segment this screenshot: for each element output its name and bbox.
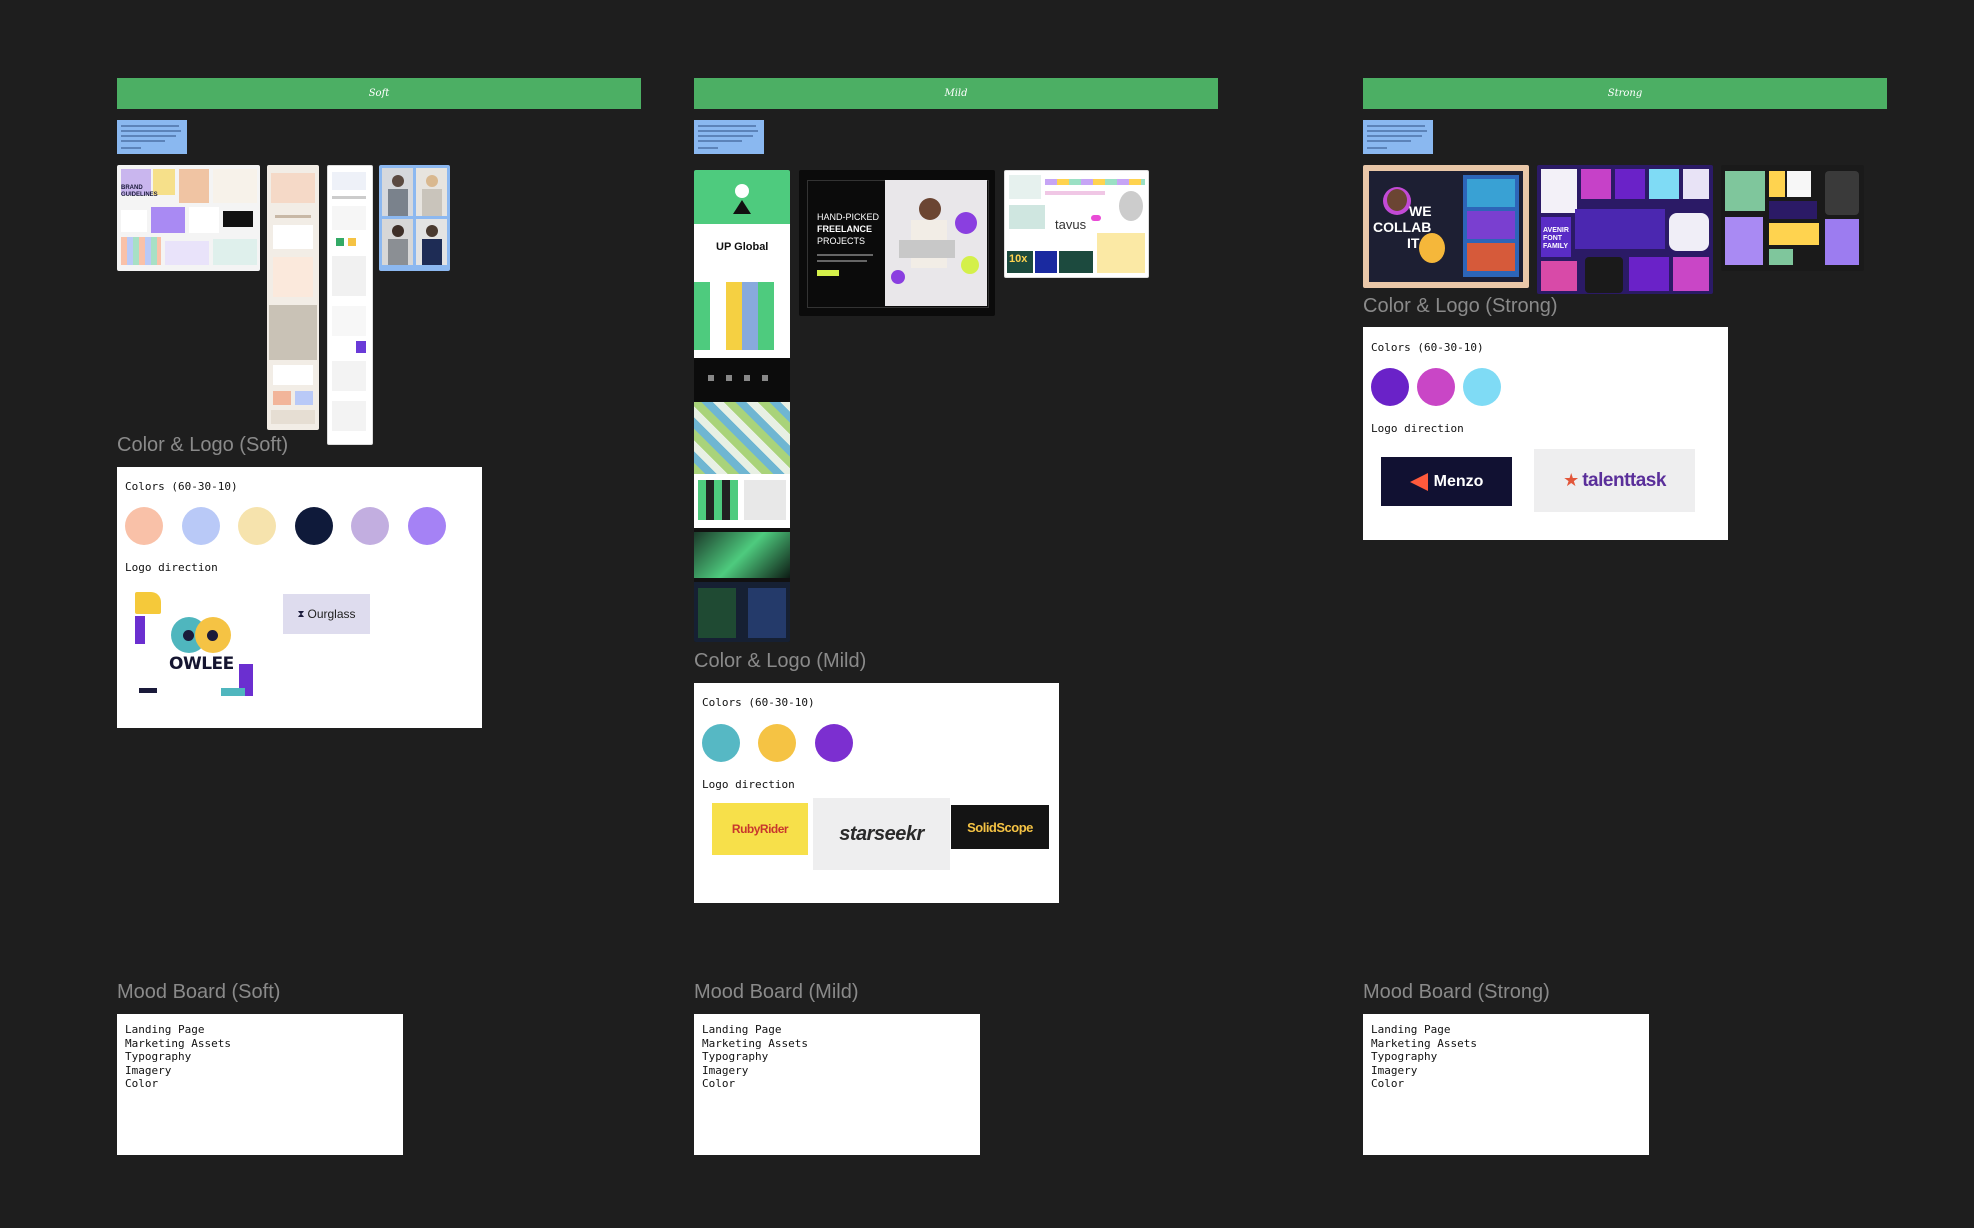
solidscope-wordmark: SolidScope xyxy=(967,819,1033,835)
logo-talenttask[interactable]: ★ talenttask xyxy=(1534,449,1695,512)
section-title-color-logo-strong: Color & Logo (Strong) xyxy=(1363,295,1558,317)
up-global-wordmark: UP Global xyxy=(716,241,769,253)
section-title-color-logo-mild: Color & Logo (Mild) xyxy=(694,650,867,672)
color-logo-card-strong[interactable]: Colors (60-30-10) Logo direction Menzo ★… xyxy=(1363,327,1728,540)
star-icon: ★ xyxy=(1563,470,1580,490)
avenir-text: AVENIR FONT FAMILY xyxy=(1543,227,1569,250)
thumbnail-soft-portraits[interactable] xyxy=(379,165,450,271)
starseekr-wordmark: starseekr xyxy=(839,822,924,845)
mood-item: Marketing Assets xyxy=(702,1036,808,1050)
menzo-wordmark: Menzo xyxy=(1433,472,1484,490)
logo-direction-label: Logo direction xyxy=(1371,422,1464,435)
talenttask-wordmark: talenttask xyxy=(1582,469,1666,491)
logo-menzo[interactable]: Menzo xyxy=(1381,457,1512,506)
colors-label: Colors (60-30-10) xyxy=(1371,341,1484,354)
mood-item: Color xyxy=(702,1077,736,1090)
color-swatch[interactable] xyxy=(351,507,389,545)
thumbnail-soft-page-white[interactable] xyxy=(327,165,373,445)
mood-item: Color xyxy=(125,1077,159,1090)
hand-picked-headline-1: HAND-PICKED xyxy=(817,212,880,222)
mood-item: Imagery xyxy=(1371,1063,1418,1077)
section-title-mood-board-strong: Mood Board (Strong) xyxy=(1363,981,1550,1003)
thumbnail-tavus[interactable]: tavus 10x xyxy=(1004,170,1149,278)
logo-owlee[interactable]: OWLEE xyxy=(135,592,255,702)
brand-guidelines-text: BRAND GUIDELINES xyxy=(121,185,158,198)
mood-board-card-soft[interactable]: Landing Page Marketing Assets Typography… xyxy=(117,1014,403,1155)
hand-picked-headline-2: FREELANCE xyxy=(817,224,873,234)
sticky-note-mild[interactable] xyxy=(694,120,764,154)
logo-solidscope[interactable]: SolidScope xyxy=(951,805,1049,849)
thumbnail-hand-picked-freelance[interactable]: HAND-PICKED FREELANCE PROJECTS xyxy=(799,170,995,316)
owlee-wordmark: OWLEE xyxy=(169,654,234,674)
color-swatch[interactable] xyxy=(238,507,276,545)
section-title-color-logo-soft: Color & Logo (Soft) xyxy=(117,434,289,456)
thumbnail-up-global-strip[interactable]: UP Global xyxy=(694,170,790,642)
rubyrider-wordmark: RubyRider xyxy=(731,822,789,836)
mood-item: Typography xyxy=(702,1050,769,1063)
colors-label: Colors (60-30-10) xyxy=(125,480,238,493)
mood-item: Typography xyxy=(125,1050,192,1063)
color-swatch[interactable] xyxy=(408,507,446,545)
mood-item: Imagery xyxy=(125,1063,172,1077)
colors-label: Colors (60-30-10) xyxy=(702,696,815,709)
we-collab-line-3: IT xyxy=(1407,235,1420,251)
color-logo-card-soft[interactable]: Colors (60-30-10) Logo direction OWLEE ⧗… xyxy=(117,467,482,728)
column-banner-soft[interactable]: Soft xyxy=(117,78,641,109)
logo-rubyrider[interactable]: RubyRider xyxy=(712,803,808,855)
ourglass-wordmark: Ourglass xyxy=(307,607,356,621)
column-banner-mild[interactable]: Mild xyxy=(694,78,1218,109)
logo-direction-label: Logo direction xyxy=(125,561,218,574)
color-swatch[interactable] xyxy=(815,724,853,762)
color-swatch[interactable] xyxy=(1463,368,1501,406)
color-swatch[interactable] xyxy=(125,507,163,545)
mood-board-card-strong[interactable]: Landing Page Marketing Assets Typography… xyxy=(1363,1014,1649,1155)
color-swatch[interactable] xyxy=(758,724,796,762)
sticky-note-soft[interactable] xyxy=(117,120,187,154)
hourglass-icon: ⧗ xyxy=(297,608,305,620)
mood-item: Landing Page xyxy=(125,1023,205,1036)
color-swatch[interactable] xyxy=(1371,368,1409,406)
mood-item: Marketing Assets xyxy=(125,1036,231,1050)
thumbnail-brand-guidelines[interactable]: BRAND GUIDELINES xyxy=(117,165,260,271)
column-banner-strong[interactable]: Strong xyxy=(1363,78,1887,109)
hand-picked-headline-3: PROJECTS xyxy=(817,236,866,246)
mood-board-card-mild[interactable]: Landing Page Marketing Assets Typography… xyxy=(694,1014,980,1155)
sticky-note-strong[interactable] xyxy=(1363,120,1433,154)
logo-direction-label: Logo direction xyxy=(702,778,795,791)
thumbnail-we-collab[interactable]: WE COLLAB IT xyxy=(1363,165,1529,288)
thumbnail-soft-page-long[interactable] xyxy=(267,165,319,430)
mood-item: Imagery xyxy=(702,1063,749,1077)
color-swatch[interactable] xyxy=(1417,368,1455,406)
tavus-wordmark: tavus xyxy=(1055,217,1087,232)
section-title-mood-board-soft: Mood Board (Soft) xyxy=(117,981,281,1003)
color-swatch[interactable] xyxy=(702,724,740,762)
color-swatch[interactable] xyxy=(182,507,220,545)
mood-item: Color xyxy=(1371,1077,1405,1090)
logo-ourglass[interactable]: ⧗ Ourglass xyxy=(283,594,370,634)
thumbnail-charlie-brand[interactable]: AVENIR FONT FAMILY xyxy=(1537,165,1713,294)
we-collab-line-2: COLLAB xyxy=(1373,219,1432,235)
mood-item: Landing Page xyxy=(1371,1023,1451,1036)
mood-item: Landing Page xyxy=(702,1023,782,1036)
logo-starseekr[interactable]: starseekr xyxy=(813,798,950,870)
menzo-icon xyxy=(1409,472,1428,491)
section-title-mood-board-mild: Mood Board (Mild) xyxy=(694,981,859,1003)
mood-item: Typography xyxy=(1371,1050,1438,1063)
color-swatch[interactable] xyxy=(295,507,333,545)
we-collab-line-1: WE xyxy=(1409,203,1432,219)
thumbnail-knowly[interactable] xyxy=(1721,165,1864,271)
mood-item: Marketing Assets xyxy=(1371,1036,1477,1050)
color-logo-card-mild[interactable]: Colors (60-30-10) Logo direction RubyRid… xyxy=(694,683,1059,903)
tavus-10x: 10x xyxy=(1009,253,1028,265)
